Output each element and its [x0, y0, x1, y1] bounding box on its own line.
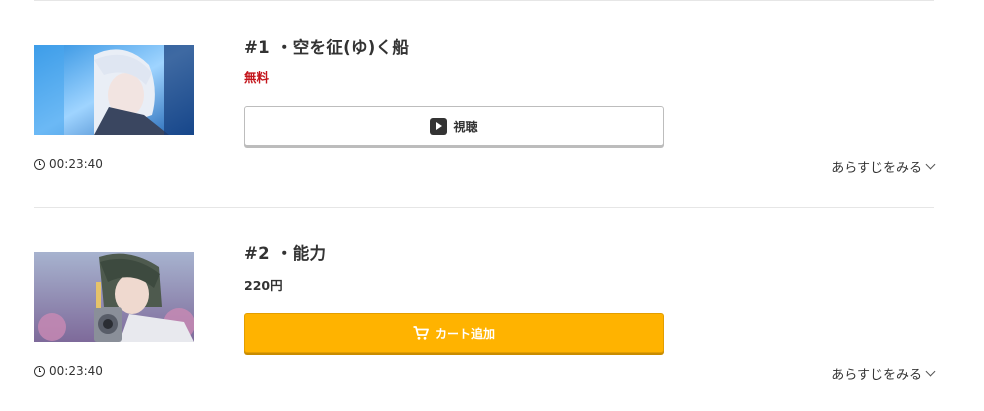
- episode-duration: 00:23:40: [34, 157, 103, 171]
- add-to-cart-button[interactable]: カート追加: [244, 313, 664, 353]
- synopsis-toggle[interactable]: あらすじをみる: [831, 364, 936, 383]
- play-icon: [430, 117, 448, 135]
- thumbnail-image-1: [34, 45, 194, 135]
- divider: [34, 207, 934, 208]
- chevron-down-icon: [925, 159, 936, 170]
- watch-button[interactable]: 視聴: [244, 106, 664, 146]
- duration-text: 00:23:40: [49, 364, 103, 378]
- episode-duration: 00:23:40: [34, 364, 103, 378]
- episode-price: 220円: [244, 278, 283, 293]
- add-to-cart-label: カート追加: [434, 326, 495, 341]
- episode-title[interactable]: #1 ・空を征(ゆ)く船: [244, 34, 409, 58]
- cart-icon: [413, 326, 429, 340]
- synopsis-label: あらすじをみる: [831, 161, 922, 176]
- watch-button-label: 視聴: [453, 119, 478, 134]
- synopsis-toggle[interactable]: あらすじをみる: [831, 157, 936, 176]
- chevron-down-icon: [925, 366, 936, 377]
- synopsis-label: あらすじをみる: [831, 368, 922, 383]
- episode-thumbnail[interactable]: [34, 252, 194, 342]
- thumbnail-image-2: [34, 252, 194, 342]
- episode-price: 無料: [244, 70, 270, 85]
- duration-text: 00:23:40: [49, 157, 103, 171]
- clock-icon: [34, 158, 45, 170]
- divider: [34, 0, 934, 1]
- clock-icon: [34, 365, 45, 377]
- episode-thumbnail[interactable]: [34, 45, 194, 135]
- episode-title[interactable]: #2 ・能力: [244, 240, 326, 264]
